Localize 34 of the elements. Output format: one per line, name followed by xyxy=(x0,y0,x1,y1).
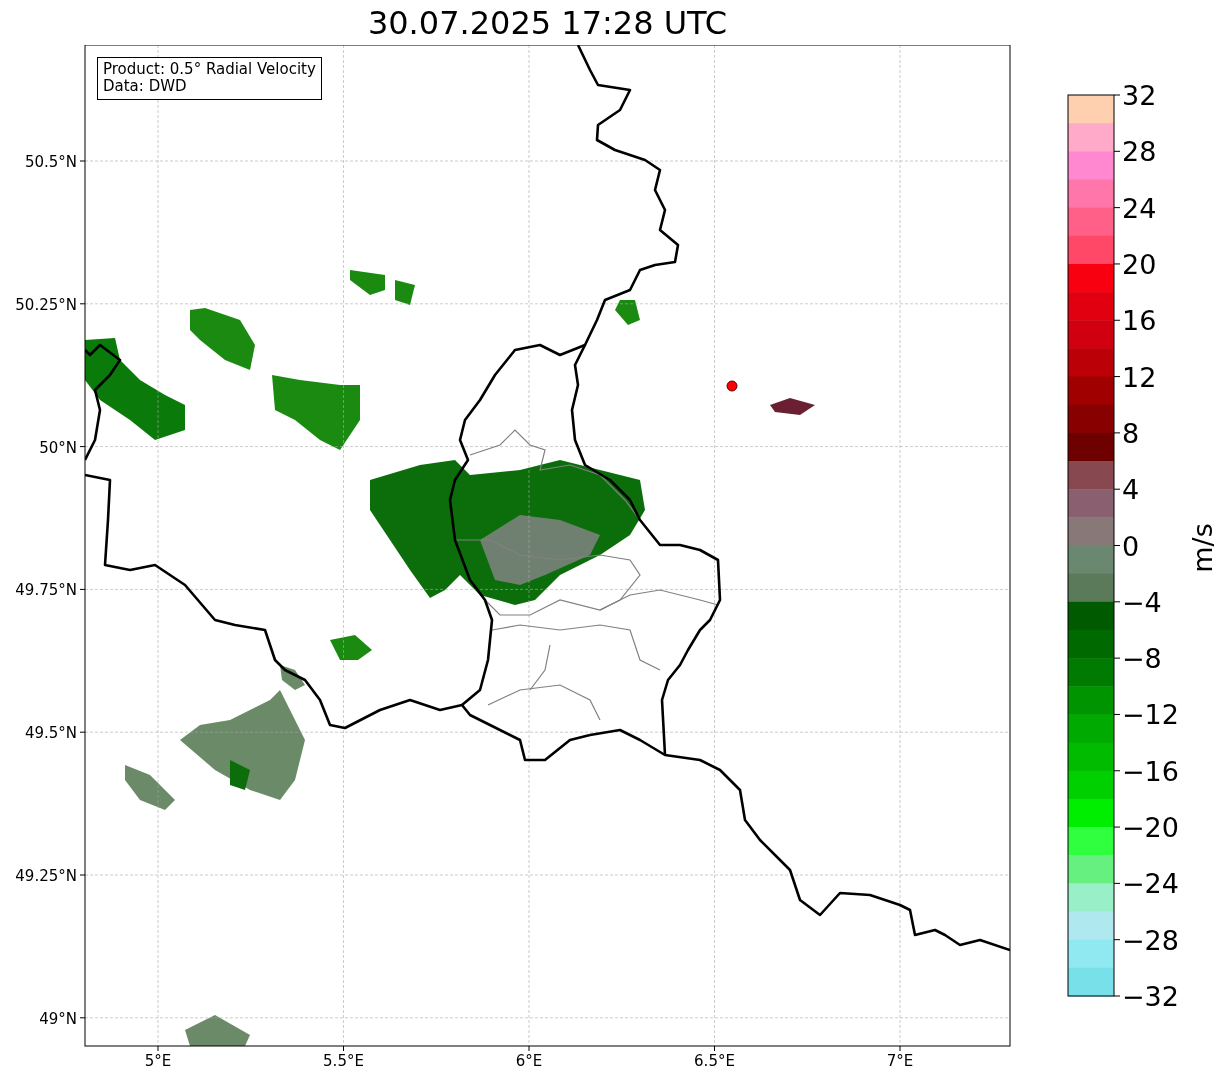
colorbar-label: m/s xyxy=(1187,523,1218,573)
longitude-label: 6°E xyxy=(515,1052,543,1070)
colorbar-tick-label: −16 xyxy=(1122,755,1179,787)
latitude-label: 49.75°N xyxy=(15,581,77,600)
latitude-label: 50°N xyxy=(39,438,77,457)
colorbar-tick-label: 32 xyxy=(1122,80,1157,111)
longitude-label: 6.5°E xyxy=(694,1052,735,1070)
radar-site-marker xyxy=(726,380,738,392)
colorbar-tick-label: 4 xyxy=(1122,474,1140,506)
longitude-label: 5°E xyxy=(144,1052,172,1070)
legend-text: Data: DWD xyxy=(103,78,188,96)
latitude-label: 50.25°N xyxy=(15,295,77,314)
colorbar-tick-label: −24 xyxy=(1122,868,1179,900)
colorbar-tick-label: 12 xyxy=(1122,361,1157,393)
colorbar-tick-label: 0 xyxy=(1122,530,1140,562)
colorbar-tick-label: −8 xyxy=(1122,643,1162,675)
colorbar-tick-label: 16 xyxy=(1122,305,1157,337)
longitude-label: 5.5°E xyxy=(323,1052,364,1070)
latitude-label: 50.5°N xyxy=(24,153,77,171)
colorbar-tick-label: 20 xyxy=(1122,248,1157,280)
colorbar-tick-label: −20 xyxy=(1122,812,1179,844)
latitude-label: 49°N xyxy=(39,1009,77,1028)
colorbar-tick-label: −32 xyxy=(1122,981,1179,1012)
colorbar-tick-label: 24 xyxy=(1122,192,1157,224)
colorbar-tick-label: 8 xyxy=(1122,417,1140,449)
colorbar-tick-label: −12 xyxy=(1122,699,1179,731)
latitude-label: 49.5°N xyxy=(24,724,77,743)
legend-text: Product: 0.5° Radial Velocity xyxy=(103,61,316,79)
chart-title: 30.07.2025 17:28 UTC xyxy=(367,6,728,39)
colorbar-tick-label: −28 xyxy=(1122,924,1179,956)
colorbar-tick-label: 28 xyxy=(1122,136,1157,168)
latitude-label: 49.25°N xyxy=(15,867,77,885)
colorbar-tick-label: −4 xyxy=(1122,586,1162,618)
longitude-label: 7°E xyxy=(886,1052,914,1070)
